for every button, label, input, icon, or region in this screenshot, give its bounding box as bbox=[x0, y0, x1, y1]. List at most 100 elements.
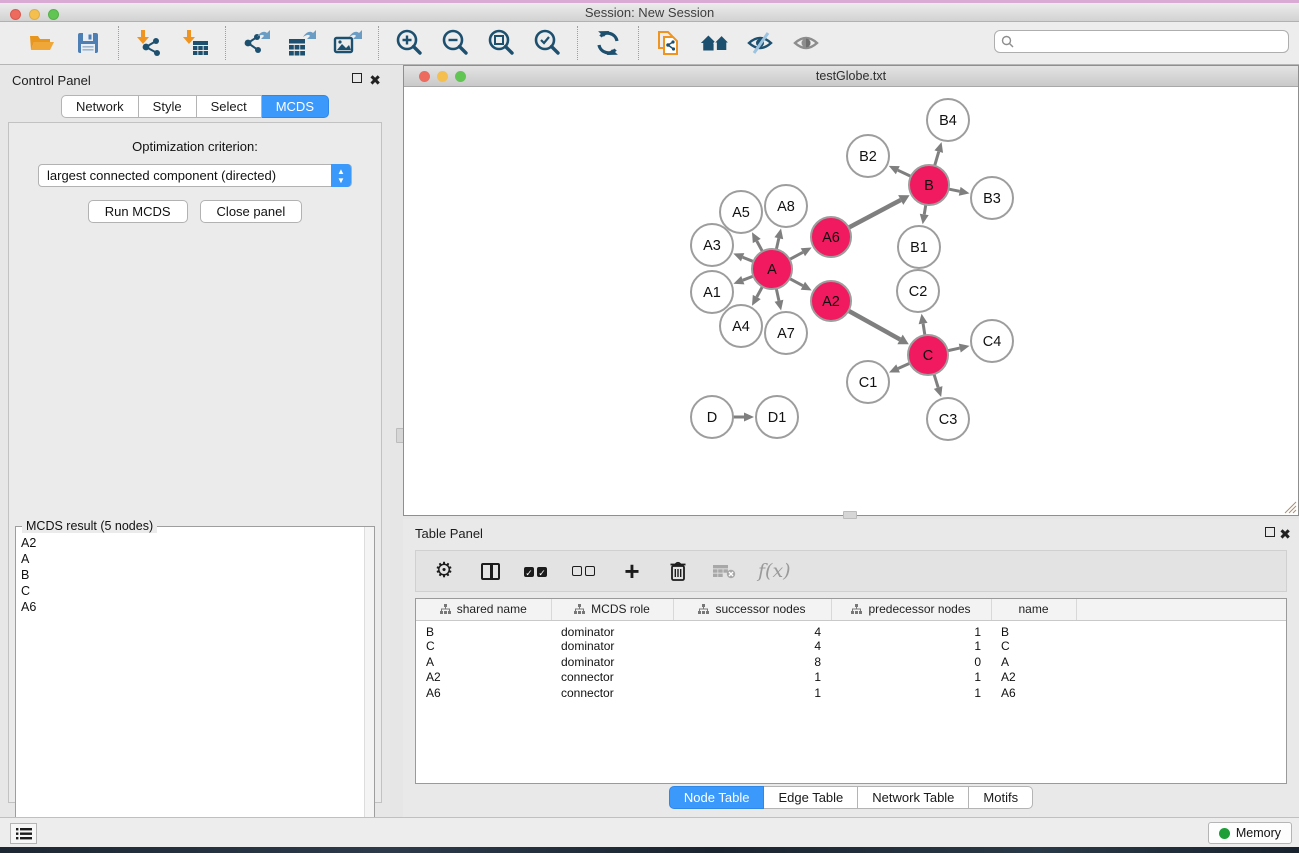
resize-grip-icon[interactable] bbox=[1281, 498, 1297, 514]
edge-A-A1[interactable] bbox=[743, 276, 754, 280]
edge-B-B1[interactable] bbox=[924, 205, 926, 215]
tab-mcds[interactable]: MCDS bbox=[262, 95, 329, 118]
horizontal-splitter-handle[interactable] bbox=[843, 511, 857, 519]
cell-name[interactable]: A2 bbox=[991, 670, 1076, 686]
node-A[interactable]: A bbox=[752, 249, 792, 289]
node-A7[interactable]: A7 bbox=[765, 312, 807, 354]
node-C3[interactable]: C3 bbox=[927, 398, 969, 440]
table-row[interactable]: A2connector11A2 bbox=[416, 670, 1286, 686]
node-B2[interactable]: B2 bbox=[847, 135, 889, 177]
export-image-button[interactable] bbox=[332, 27, 364, 59]
cell-successor-nodes[interactable]: 1 bbox=[673, 685, 831, 701]
node-D[interactable]: D bbox=[691, 396, 733, 438]
cell-name[interactable]: C bbox=[991, 639, 1076, 655]
node-A4[interactable]: A4 bbox=[720, 305, 762, 347]
node-C[interactable]: C bbox=[908, 335, 948, 375]
result-item[interactable]: B bbox=[21, 567, 359, 583]
column-header-name[interactable]: name bbox=[991, 599, 1076, 620]
cell-MCDS-role[interactable]: dominator bbox=[551, 620, 673, 639]
column-header-MCDS-role[interactable]: MCDS role bbox=[551, 599, 673, 620]
cell-successor-nodes[interactable]: 4 bbox=[673, 639, 831, 655]
edge-A2-C[interactable] bbox=[848, 311, 900, 340]
tab-node-table[interactable]: Node Table bbox=[669, 786, 765, 809]
node-D1[interactable]: D1 bbox=[756, 396, 798, 438]
result-item[interactable]: A2 bbox=[21, 535, 359, 551]
node-C1[interactable]: C1 bbox=[847, 361, 889, 403]
node-A3[interactable]: A3 bbox=[691, 224, 733, 266]
export-network-button[interactable] bbox=[240, 27, 272, 59]
import-table-button[interactable] bbox=[179, 27, 211, 59]
cell-predecessor-nodes[interactable]: 1 bbox=[831, 620, 991, 639]
cell-shared-name[interactable]: A bbox=[416, 654, 551, 670]
delete-column-button[interactable] bbox=[666, 558, 690, 584]
node-B4[interactable]: B4 bbox=[927, 99, 969, 141]
node-B1[interactable]: B1 bbox=[898, 226, 940, 268]
show-all-button[interactable] bbox=[791, 27, 823, 59]
edge-A-A7[interactable] bbox=[776, 289, 779, 301]
search-input[interactable] bbox=[994, 30, 1289, 53]
node-B[interactable]: B bbox=[909, 165, 949, 205]
cell-name[interactable]: A6 bbox=[991, 685, 1076, 701]
close-table-panel-icon[interactable]: ✖ bbox=[1279, 526, 1291, 543]
mcds-result-list[interactable]: A2ABCA6 bbox=[17, 533, 363, 853]
cell-predecessor-nodes[interactable]: 1 bbox=[831, 639, 991, 655]
close-panel-icon[interactable]: ✖ bbox=[369, 72, 381, 89]
cell-predecessor-nodes[interactable]: 1 bbox=[831, 670, 991, 686]
edge-B-B4[interactable] bbox=[935, 152, 939, 166]
edge-C-C2[interactable] bbox=[923, 324, 925, 336]
memory-button[interactable]: Memory bbox=[1208, 822, 1292, 844]
node-C4[interactable]: C4 bbox=[971, 320, 1013, 362]
tab-select[interactable]: Select bbox=[197, 95, 262, 118]
cell-MCDS-role[interactable]: dominator bbox=[551, 654, 673, 670]
hide-selected-button[interactable] bbox=[745, 27, 777, 59]
save-session-button[interactable] bbox=[72, 27, 104, 59]
home-button[interactable] bbox=[699, 27, 731, 59]
tab-motifs[interactable]: Motifs bbox=[969, 786, 1033, 809]
edge-A-A3[interactable] bbox=[743, 257, 754, 261]
show-columns-button[interactable] bbox=[478, 558, 502, 584]
edge-C-C4[interactable] bbox=[948, 348, 960, 351]
edge-C-C3[interactable] bbox=[934, 374, 938, 387]
result-item[interactable]: C bbox=[21, 583, 359, 599]
tab-network-table[interactable]: Network Table bbox=[858, 786, 969, 809]
cell-predecessor-nodes[interactable]: 0 bbox=[831, 654, 991, 670]
edge-A-A6[interactable] bbox=[790, 252, 803, 259]
close-panel-button[interactable]: Close panel bbox=[200, 200, 303, 223]
cell-shared-name[interactable]: B bbox=[416, 620, 551, 639]
cell-name[interactable]: B bbox=[991, 620, 1076, 639]
node-C2[interactable]: C2 bbox=[897, 270, 939, 312]
node-A1[interactable]: A1 bbox=[691, 271, 733, 313]
edge-B-B2[interactable] bbox=[898, 170, 911, 176]
column-header-successor-nodes[interactable]: successor nodes bbox=[673, 599, 831, 620]
zoom-out-button[interactable] bbox=[439, 27, 471, 59]
edge-A-A8[interactable] bbox=[776, 238, 779, 249]
edge-B-B3[interactable] bbox=[949, 189, 960, 191]
run-mcds-button[interactable]: Run MCDS bbox=[88, 200, 188, 223]
criterion-dropdown[interactable]: largest connected component (directed) ▲… bbox=[38, 164, 352, 187]
float-table-panel-icon[interactable] bbox=[1265, 526, 1275, 540]
create-column-button[interactable]: + bbox=[620, 558, 644, 584]
import-network-button[interactable] bbox=[133, 27, 165, 59]
tab-network[interactable]: Network bbox=[61, 95, 139, 118]
node-table-grid[interactable]: shared nameMCDS rolesuccessor nodesprede… bbox=[416, 599, 1286, 701]
edge-C-C1[interactable] bbox=[898, 363, 910, 368]
cell-successor-nodes[interactable]: 8 bbox=[673, 654, 831, 670]
tab-style[interactable]: Style bbox=[139, 95, 197, 118]
cell-shared-name[interactable]: A6 bbox=[416, 685, 551, 701]
tab-edge-table[interactable]: Edge Table bbox=[764, 786, 858, 809]
cell-shared-name[interactable]: A2 bbox=[416, 670, 551, 686]
node-A5[interactable]: A5 bbox=[720, 191, 762, 233]
result-item[interactable]: A6 bbox=[21, 599, 359, 615]
apply-layout-button[interactable] bbox=[592, 27, 624, 59]
cell-predecessor-nodes[interactable]: 1 bbox=[831, 685, 991, 701]
network-canvas[interactable]: B4B2BB3A5A8A6A3B1AA1C2A2A4A7C4CC1C3DD1 bbox=[404, 87, 1298, 515]
edge-A-A5[interactable] bbox=[757, 241, 763, 251]
select-all-rows-button[interactable]: ✓✓ bbox=[524, 558, 550, 584]
node-B3[interactable]: B3 bbox=[971, 177, 1013, 219]
cell-shared-name[interactable]: C bbox=[416, 639, 551, 655]
clone-network-button[interactable] bbox=[653, 27, 685, 59]
node-A6[interactable]: A6 bbox=[811, 217, 851, 257]
node-A2[interactable]: A2 bbox=[811, 281, 851, 321]
result-item[interactable]: A bbox=[21, 551, 359, 567]
table-row[interactable]: Adominator80A bbox=[416, 654, 1286, 670]
